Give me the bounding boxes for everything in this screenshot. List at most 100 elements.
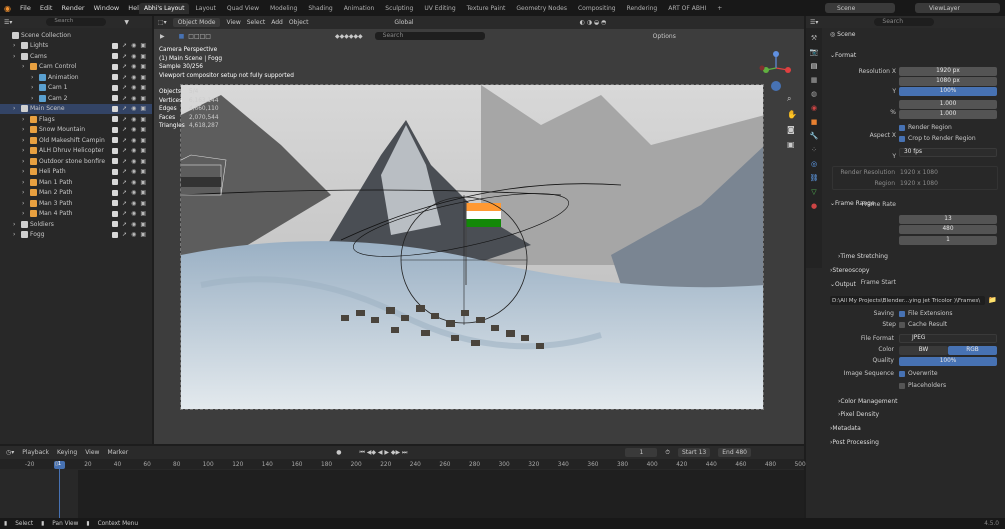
blender-logo-icon[interactable]: ◉ xyxy=(4,4,11,13)
outliner-row[interactable]: › Man 2 Path ➚ ◉ ▣ xyxy=(0,188,152,199)
timeline-editor-icon[interactable]: ◷▾ xyxy=(6,449,14,456)
select-arrow-icon[interactable]: ➚ xyxy=(122,126,127,133)
add-workspace-icon[interactable]: + xyxy=(712,3,727,14)
camera-icon[interactable]: ▣ xyxy=(140,53,146,60)
menu-edit[interactable]: Edit xyxy=(40,4,53,12)
select-arrow-icon[interactable]: ➚ xyxy=(122,116,127,123)
tab-layout[interactable]: Layout xyxy=(190,3,220,14)
overwrite-checkbox[interactable]: Overwrite xyxy=(899,370,938,377)
asset-search[interactable]: Search xyxy=(374,32,485,40)
select-arrow-icon[interactable]: ➚ xyxy=(122,168,127,175)
exclude-checkbox[interactable] xyxy=(112,105,119,112)
output-tab-icon[interactable]: ▤ xyxy=(811,62,818,70)
exclude-checkbox[interactable] xyxy=(112,126,119,133)
eye-icon[interactable]: ◉ xyxy=(131,42,136,49)
menu-keying[interactable]: Keying xyxy=(57,449,77,456)
eye-icon[interactable]: ◉ xyxy=(131,168,136,175)
select-arrow-icon[interactable]: ➚ xyxy=(122,221,127,228)
select-arrow-icon[interactable]: ➚ xyxy=(122,200,127,207)
expand-arrow-icon[interactable]: › xyxy=(22,137,28,144)
format-panel-header[interactable]: ⌄ Format xyxy=(830,50,856,61)
expand-arrow-icon[interactable]: › xyxy=(13,105,19,112)
eye-icon[interactable]: ◉ xyxy=(131,158,136,165)
outliner-row[interactable]: › Cam 2 ➚ ◉ ▣ xyxy=(0,93,152,104)
exclude-checkbox[interactable] xyxy=(112,116,119,123)
start-frame-field[interactable]: Start 13 xyxy=(677,448,711,457)
folder-icon[interactable]: 📁 xyxy=(988,296,997,304)
outliner-row[interactable]: › Cam Control ➚ ◉ ▣ xyxy=(0,62,152,73)
material-tab-icon[interactable]: ● xyxy=(811,202,817,210)
camera-icon[interactable]: ▣ xyxy=(140,95,146,102)
camera-icon[interactable]: ▣ xyxy=(140,221,146,228)
select-arrow-icon[interactable]: ➚ xyxy=(122,74,127,81)
menu-add[interactable]: Add xyxy=(271,19,283,26)
expand-arrow-icon[interactable]: › xyxy=(13,53,19,60)
end-frame-field[interactable]: End 480 xyxy=(718,448,751,457)
expand-arrow-icon[interactable]: › xyxy=(22,168,28,175)
exclude-checkbox[interactable] xyxy=(112,179,119,186)
tab-uv-editing[interactable]: UV Editing xyxy=(419,3,460,14)
exclude-checkbox[interactable] xyxy=(112,74,119,81)
select-mode-icons[interactable]: □□□□ xyxy=(188,33,211,40)
outliner-row[interactable]: › Fogg ➚ ◉ ▣ xyxy=(0,230,152,241)
outliner-row[interactable]: › Man 1 Path ➚ ◉ ▣ xyxy=(0,177,152,188)
options-button[interactable]: Options xyxy=(653,33,676,40)
exclude-checkbox[interactable] xyxy=(112,147,119,154)
cache-result-checkbox[interactable]: Cache Result xyxy=(899,321,947,328)
tab-compositing[interactable]: Compositing xyxy=(573,3,621,14)
menu-render[interactable]: Render xyxy=(61,4,84,12)
menu-marker[interactable]: Marker xyxy=(107,449,128,456)
camera-view[interactable] xyxy=(180,84,764,410)
eye-icon[interactable]: ◉ xyxy=(131,221,136,228)
select-arrow-icon[interactable]: ➚ xyxy=(122,42,127,49)
stereoscopy-header[interactable]: › Stereoscopy xyxy=(830,265,869,276)
outliner-row[interactable]: › ALH Dhruv Helicopter ➚ ◉ ▣ xyxy=(0,146,152,157)
properties-editor-icon[interactable]: ☰▾ xyxy=(810,19,818,26)
exclude-checkbox[interactable] xyxy=(112,42,119,49)
filter-icon[interactable]: ▼ xyxy=(124,19,129,26)
outliner-row[interactable]: › Man 3 Path ➚ ◉ ▣ xyxy=(0,198,152,209)
camera-icon[interactable]: ▣ xyxy=(140,158,146,165)
field-aspect-x[interactable]: 1.000 xyxy=(899,100,997,109)
viewport-editor-icon[interactable]: ⬚▾ xyxy=(158,19,167,26)
exclude-checkbox[interactable] xyxy=(112,137,119,144)
play-icon[interactable]: ▶ xyxy=(160,33,165,40)
camera-icon[interactable]: ▣ xyxy=(140,168,146,175)
outliner-row[interactable]: › Outdoor stone bonfire ➚ ◉ ▣ xyxy=(0,156,152,167)
output-header[interactable]: ⌄ Output xyxy=(830,279,856,290)
render-tab-icon[interactable]: 📷 xyxy=(810,48,819,56)
color-management-header[interactable]: › Color Management xyxy=(838,396,898,407)
constraints-tab-icon[interactable]: ⛓ xyxy=(810,174,819,182)
tab-quad-view[interactable]: Quad View xyxy=(222,3,264,14)
gizmo-neg-z-icon[interactable] xyxy=(771,81,781,91)
expand-arrow-icon[interactable]: › xyxy=(31,84,37,91)
eye-icon[interactable]: ◉ xyxy=(131,105,136,112)
eye-icon[interactable]: ◉ xyxy=(131,210,136,217)
eye-icon[interactable]: ◉ xyxy=(131,116,136,123)
tab-abhis-layout[interactable]: Abhi's Layout xyxy=(139,3,190,14)
camera-icon[interactable]: ▣ xyxy=(140,105,146,112)
mode-select[interactable]: Object Mode xyxy=(172,18,221,27)
select-arrow-icon[interactable]: ➚ xyxy=(122,189,127,196)
lock-icon[interactable]: ▣ xyxy=(787,140,797,149)
field-resolution-y[interactable]: 1080 px xyxy=(899,77,997,86)
expand-arrow-icon[interactable]: › xyxy=(13,231,19,238)
expand-arrow-icon[interactable]: › xyxy=(22,179,28,186)
data-tab-icon[interactable]: ▽ xyxy=(811,188,816,196)
select-arrow-icon[interactable]: ➚ xyxy=(122,179,127,186)
expand-arrow-icon[interactable]: › xyxy=(31,95,37,102)
camera-icon[interactable]: ▣ xyxy=(140,189,146,196)
outliner-row[interactable]: › Old Makeshift Campin ➚ ◉ ▣ xyxy=(0,135,152,146)
crop-checkbox[interactable]: Crop to Render Region xyxy=(899,135,976,142)
eye-icon[interactable]: ◉ xyxy=(131,147,136,154)
tab-geometry-nodes[interactable]: Geometry Nodes xyxy=(511,3,572,14)
camera-icon[interactable]: ▣ xyxy=(140,84,146,91)
frame-range-header[interactable]: ⌄ Frame Range xyxy=(830,198,875,209)
outliner-row[interactable]: Scene Collection xyxy=(0,30,152,41)
time-stretching-header[interactable]: › Time Stretching xyxy=(838,251,888,262)
camera-icon[interactable]: ▣ xyxy=(140,137,146,144)
modifier-tab-icon[interactable]: 🔧 xyxy=(810,132,819,140)
particles-tab-icon[interactable]: ⁘ xyxy=(811,146,817,154)
tab-sculpting[interactable]: Sculpting xyxy=(380,3,418,14)
camera-icon[interactable]: ▣ xyxy=(140,116,146,123)
